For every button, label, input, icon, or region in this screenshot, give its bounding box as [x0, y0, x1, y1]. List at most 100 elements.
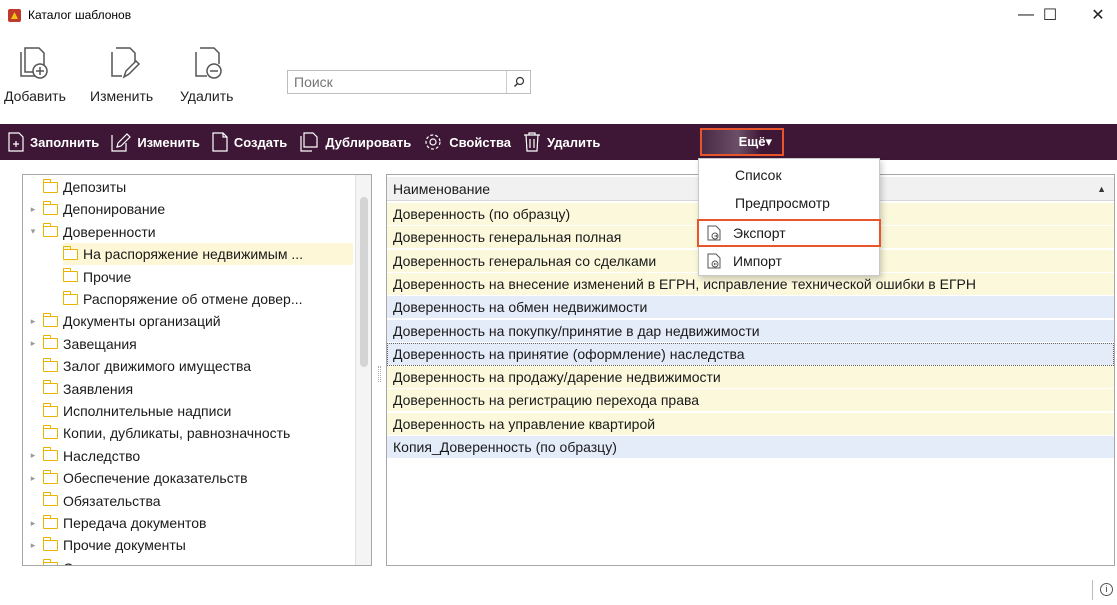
folder-icon: [42, 402, 58, 417]
table-row[interactable]: Доверенность на обмен недвижимости: [387, 296, 1114, 320]
folder-icon: [62, 245, 78, 260]
more-button[interactable]: Ещё▾: [700, 128, 784, 156]
folder-icon: [62, 290, 78, 305]
table-row[interactable]: Доверенность на продажу/дарение недвижим…: [387, 366, 1114, 390]
tree-item[interactable]: Заявления: [27, 378, 133, 400]
tree-item[interactable]: ▸ Наследство: [27, 445, 140, 467]
tree-item[interactable]: На распоряжение недвижимым ...: [62, 243, 353, 266]
expanded-arrow-icon[interactable]: ▾: [27, 226, 39, 237]
tree-item-label: Заявления: [63, 380, 134, 397]
duplicate-button[interactable]: Дублировать: [299, 132, 411, 152]
search-box[interactable]: [287, 70, 531, 94]
folder-icon: [42, 469, 58, 484]
search-input[interactable]: [288, 71, 508, 93]
collapsed-arrow-icon[interactable]: ▸: [27, 204, 39, 215]
folder-icon: [42, 492, 58, 507]
tree-item[interactable]: ▾ Доверенности: [27, 221, 156, 243]
tree-item[interactable]: Распоряжение об отмене довер...: [62, 288, 303, 310]
panel-splitter[interactable]: [378, 366, 381, 382]
fill-label: Заполнить: [30, 134, 100, 150]
edit-pencil-icon: [111, 133, 132, 152]
export-icon: [707, 225, 721, 241]
folder-icon: [42, 178, 58, 193]
tree-item[interactable]: ▸ Обеспечение доказательств: [27, 467, 248, 489]
maximize-button[interactable]: ☐: [1027, 0, 1073, 30]
properties-label: Свойства: [449, 134, 512, 150]
import-icon: [707, 253, 721, 269]
tree-item[interactable]: Залог движимого имущества: [27, 355, 251, 377]
tree-item-label: Депозиты: [63, 179, 127, 195]
column-header-label: Наименование: [393, 180, 491, 197]
tree-item[interactable]: Копии, дубликаты, равнозначность: [27, 422, 290, 444]
menu-item-import[interactable]: Импорт: [699, 247, 879, 275]
menu-item-list[interactable]: Список: [699, 161, 879, 189]
table-row[interactable]: Доверенность на внесение изменений в ЕГР…: [387, 272, 1114, 296]
tree-item-label: Прочие: [83, 268, 132, 285]
tree-item[interactable]: Свидетельства: [27, 557, 161, 565]
table-row[interactable]: Доверенность на покупку/принятие в дар н…: [387, 319, 1114, 343]
action-toolbar: Заполнить Изменить Создать Дублировать С…: [0, 124, 1117, 160]
tree-item-label: Документы организаций: [63, 313, 221, 330]
edit-label: Изменить: [90, 88, 154, 104]
fill-button[interactable]: Заполнить: [8, 132, 99, 152]
folder-icon: [62, 268, 78, 283]
tree-item[interactable]: ▸ Завещания: [27, 333, 137, 355]
close-button[interactable]: ✕: [1075, 0, 1117, 30]
tree-item-label: Копии, дубликаты, равнозначность: [63, 425, 291, 442]
collapsed-arrow-icon[interactable]: ▸: [27, 450, 39, 461]
add-button[interactable]: Добавить: [4, 44, 66, 104]
collapsed-arrow-icon[interactable]: ▸: [27, 338, 39, 349]
properties-button[interactable]: Свойства: [423, 132, 511, 152]
category-tree[interactable]: Депозиты ▸ Депонирование ▾ Доверенности На ра…: [22, 174, 372, 566]
tree-item[interactable]: Исполнительные надписи: [27, 400, 231, 422]
tree-item-label: Распоряжение об отмене довер...: [83, 291, 303, 307]
sort-ascending-icon: ▲: [1097, 184, 1106, 194]
info-icon[interactable]: i: [1100, 583, 1113, 596]
tree-item[interactable]: Депозиты: [27, 176, 126, 198]
more-menu: Список Предпросмотр Экспорт Импорт: [697, 158, 881, 276]
toolbar-delete-label: Удалить: [547, 134, 601, 150]
edit-button[interactable]: Изменить: [90, 44, 153, 104]
folder-icon: [42, 223, 58, 238]
tree-item-label: Депонирование: [63, 201, 166, 218]
folder-icon: [42, 200, 58, 215]
edit-document-icon: [110, 47, 140, 79]
collapsed-arrow-icon[interactable]: ▸: [27, 473, 39, 484]
tree-item-label: Передача документов: [63, 515, 207, 531]
create-button[interactable]: Создать: [212, 132, 287, 152]
folder-icon: [42, 559, 58, 565]
tree-item[interactable]: ▸ Передача документов: [27, 512, 206, 534]
status-separator: [1092, 580, 1093, 600]
delete-document-icon: [194, 47, 222, 79]
folder-icon: [42, 424, 58, 439]
table-row[interactable]: Доверенность на управление квартирой: [387, 412, 1114, 436]
search-icon[interactable]: [506, 71, 530, 93]
tree-item-label: Залог движимого имущества: [63, 358, 252, 375]
app-icon: [8, 9, 21, 22]
tree-item[interactable]: ▸ Прочие документы: [27, 534, 186, 556]
toolbar-delete-button[interactable]: Удалить: [523, 132, 600, 152]
tree-item[interactable]: ▸ Депонирование: [27, 198, 165, 220]
scroll-thumb[interactable]: [360, 197, 368, 367]
table-row[interactable]: Доверенность на принятие (оформление) на…: [387, 342, 1114, 366]
menu-item-export[interactable]: Экспорт: [697, 219, 881, 247]
collapsed-arrow-icon[interactable]: ▸: [27, 518, 39, 529]
tree-item-label: Завещания: [63, 335, 137, 352]
tree-item[interactable]: ▸ Документы организаций: [27, 310, 221, 332]
folder-icon: [42, 380, 58, 395]
menu-item-preview[interactable]: Предпросмотр: [699, 189, 879, 217]
delete-button[interactable]: Удалить: [180, 44, 233, 104]
tree-scrollbar[interactable]: [355, 175, 371, 565]
collapsed-arrow-icon[interactable]: ▸: [27, 316, 39, 327]
folder-icon: [42, 312, 58, 327]
toolbar-edit-button[interactable]: Изменить: [111, 132, 200, 152]
folder-icon: [42, 514, 58, 529]
tree-item-label: Обеспечение доказательств: [63, 470, 248, 487]
title-bar: Каталог шаблонов — ☐ ✕: [0, 0, 1117, 30]
tree-item[interactable]: Прочие: [62, 266, 132, 288]
tree-item[interactable]: Обязательства: [27, 490, 161, 512]
tree-item-label: Обязательства: [63, 492, 161, 509]
collapsed-arrow-icon[interactable]: ▸: [27, 540, 39, 551]
table-row[interactable]: Доверенность на регистрацию перехода пра…: [387, 389, 1114, 413]
table-row[interactable]: Копия_Доверенность (по образцу): [387, 436, 1114, 459]
